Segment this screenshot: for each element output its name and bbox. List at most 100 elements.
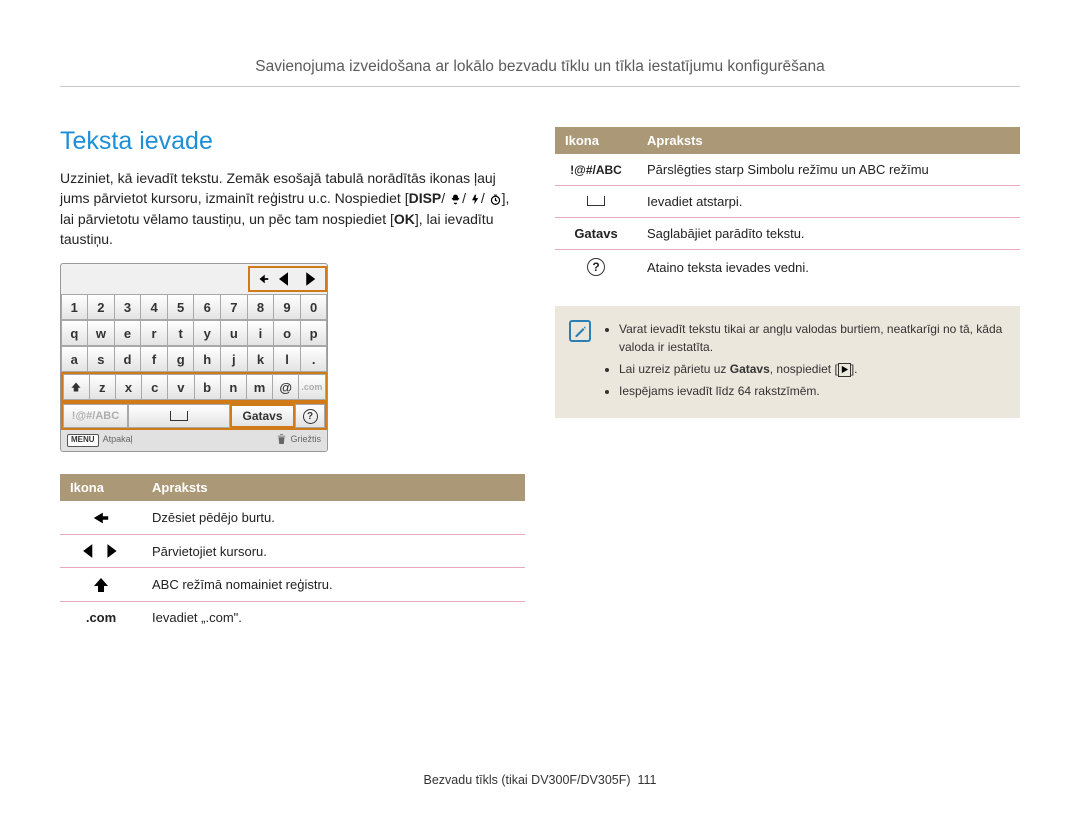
key[interactable]: s	[87, 346, 115, 372]
row-desc: Ievadiet „.com".	[142, 601, 525, 633]
key[interactable]: x	[115, 374, 142, 400]
back-arrow-icon	[60, 501, 142, 534]
key[interactable]: g	[167, 346, 195, 372]
note-text: Lai uzreiz pārietu uz	[619, 362, 730, 376]
key[interactable]: j	[220, 346, 248, 372]
row-desc: Dzēsiet pēdējo burtu.	[142, 501, 525, 534]
key[interactable]: k	[247, 346, 275, 372]
key[interactable]: l	[273, 346, 301, 372]
footer-delete-label: Griežtis	[290, 434, 321, 447]
footer-back-label: Atpakaļ	[103, 434, 133, 447]
ok-key: OK	[394, 211, 415, 227]
note-item: Varat ievadīt tekstu tikai ar angļu valo…	[619, 320, 1004, 356]
help-key[interactable]: ?	[295, 404, 325, 428]
row-desc: Pārvietojiet kursoru.	[142, 534, 525, 568]
row-desc: Pārslēgties starp Simbolu režīmu un ABC …	[637, 154, 1020, 186]
kb-footer: MENU Atpakaļ Griežtis	[61, 430, 327, 451]
note-item: Lai uzreiz pārietu uz Gatavs, nospiediet…	[619, 360, 1004, 378]
key[interactable]: m	[246, 374, 273, 400]
key[interactable]: t	[167, 320, 195, 346]
menu-badge: MENU	[67, 434, 99, 447]
th-desc: Apraksts	[142, 474, 525, 501]
key[interactable]: b	[194, 374, 221, 400]
intro-text: Uzziniet, kā ievadīt tekstu. Zemāk esoša…	[60, 168, 525, 249]
note-box: Varat ievadīt tekstu tikai ar angļu valo…	[555, 306, 1020, 418]
help-icon: ?	[555, 250, 637, 285]
key[interactable]: v	[167, 374, 194, 400]
com-key[interactable]: .com	[298, 374, 325, 400]
row-desc: ABC režīmā nomainiet reģistru.	[142, 568, 525, 602]
mode-key[interactable]: !@#/ABC	[63, 404, 128, 428]
key[interactable]: i	[247, 320, 275, 346]
key[interactable]: q	[61, 320, 89, 346]
key[interactable]: 6	[193, 294, 221, 320]
th-desc: Apraksts	[637, 127, 1020, 154]
key[interactable]: 9	[273, 294, 301, 320]
done-key[interactable]: Gatavs	[230, 404, 295, 428]
table-row: !@#/ABC Pārslēgties starp Simbolu režīmu…	[555, 154, 1020, 186]
kb-nav-right-icon[interactable]	[300, 268, 325, 290]
table-row: ABC režīmā nomainiet reģistru.	[60, 568, 525, 602]
key[interactable]: e	[114, 320, 142, 346]
disp-key: DISP	[409, 190, 442, 206]
key[interactable]: 7	[220, 294, 248, 320]
key[interactable]: c	[141, 374, 168, 400]
key[interactable]: 4	[140, 294, 168, 320]
mode-label: !@#/ABC	[555, 154, 637, 186]
content-columns: Teksta ievade Uzziniet, kā ievadīt tekst…	[60, 87, 1020, 633]
footer-text: Bezvadu tīkls (tikai DV300F/DV305F)	[424, 773, 631, 787]
key[interactable]: f	[140, 346, 168, 372]
row-desc: Ievadiet atstarpi.	[637, 186, 1020, 218]
space-key[interactable]	[128, 404, 230, 428]
page-number: 111	[637, 773, 656, 787]
trash-icon	[277, 434, 286, 447]
left-right-arrow-icon	[60, 534, 142, 568]
shift-arrow-icon	[60, 568, 142, 602]
key[interactable]: 3	[114, 294, 142, 320]
kb-nav-back-icon[interactable]	[250, 268, 275, 290]
key[interactable]: w	[87, 320, 115, 346]
key[interactable]: z	[89, 374, 116, 400]
note-icon	[569, 320, 591, 342]
key[interactable]: @	[272, 374, 299, 400]
table-row: Ievadiet atstarpi.	[555, 186, 1020, 218]
key[interactable]: y	[193, 320, 221, 346]
key[interactable]: r	[140, 320, 168, 346]
kb-row-2: q w e r t y u i o p	[61, 320, 327, 346]
key[interactable]: n	[220, 374, 247, 400]
key[interactable]: h	[193, 346, 221, 372]
timer-icon	[489, 193, 502, 206]
table-row: Pārvietojiet kursoru.	[60, 534, 525, 568]
done-label: Gatavs	[555, 218, 637, 250]
com-label: .com	[60, 601, 142, 633]
kb-row-bottom: !@#/ABC Gatavs ?	[61, 402, 327, 430]
th-icon: Ikona	[555, 127, 637, 154]
kb-row-3: a s d f g h j k l .	[61, 346, 327, 372]
onscreen-keyboard: 1 2 3 4 5 6 7 8 9 0 q w e r t y	[60, 263, 328, 452]
key[interactable]: .	[300, 346, 328, 372]
key[interactable]: p	[300, 320, 328, 346]
note-item: Iespējams ievadīt līdz 64 rakstzīmēm.	[619, 382, 1004, 400]
key[interactable]: 1	[61, 294, 89, 320]
table-row: ? Ataino teksta ievades vedni.	[555, 250, 1020, 285]
kb-nav-left-icon[interactable]	[275, 268, 300, 290]
icon-table-1: Ikona Apraksts Dzēsiet pēdējo burtu.	[60, 474, 525, 633]
page-footer: Bezvadu tīkls (tikai DV300F/DV305F) 111	[0, 773, 1080, 787]
key[interactable]: o	[273, 320, 301, 346]
icon-table-2: Ikona Apraksts !@#/ABC Pārslēgties starp…	[555, 127, 1020, 284]
key[interactable]: u	[220, 320, 248, 346]
table-row: Dzēsiet pēdējo burtu.	[60, 501, 525, 534]
note-text: , nospiediet [	[770, 362, 838, 376]
flash-icon	[470, 193, 481, 206]
kb-row-4: z x c v b n m @ .com	[61, 372, 327, 402]
key[interactable]: 0	[300, 294, 328, 320]
shift-key[interactable]	[63, 374, 90, 400]
key[interactable]: a	[61, 346, 89, 372]
row-desc: Ataino teksta ievades vedni.	[637, 250, 1020, 285]
key[interactable]: 5	[167, 294, 195, 320]
left-column: Teksta ievade Uzziniet, kā ievadīt tekst…	[60, 127, 525, 633]
key[interactable]: d	[114, 346, 142, 372]
table-row: Gatavs Saglabājiet parādīto tekstu.	[555, 218, 1020, 250]
key[interactable]: 8	[247, 294, 275, 320]
key[interactable]: 2	[87, 294, 115, 320]
